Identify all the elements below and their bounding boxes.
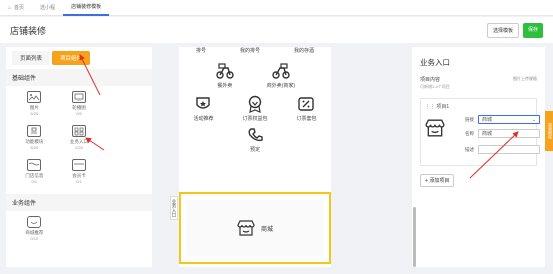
component-carousel[interactable]: 轮播图 0/5 — [57, 88, 102, 116]
star-shield-icon — [196, 97, 211, 109]
component-function-module[interactable]: 功能模块 8/20 — [12, 122, 57, 150]
shop-icon — [237, 220, 255, 236]
scooter-icon — [272, 63, 290, 79]
basic-components-title: 基础组件 — [6, 69, 152, 86]
coupon-icon — [298, 97, 315, 111]
tab-store-decoration[interactable]: 店铺装修模板 — [63, 0, 110, 16]
tab-home[interactable]: ⌂ 首页 — [0, 0, 32, 16]
scooter-icon — [216, 63, 234, 79]
component-business-entry[interactable]: 业务入口 2/20 — [57, 122, 102, 150]
add-project-button[interactable]: + 添加项目 — [420, 174, 455, 187]
entry-merchant-takeout[interactable]: 商外卖(商家) — [267, 62, 295, 89]
shop-icon — [425, 119, 445, 137]
component-panel: 页面列表 项目组件 基础组件 图片 5/20 轮播图 0/5 功能模块 8/20… — [6, 47, 152, 267]
store-icon — [27, 159, 42, 172]
entry-reservation[interactable]: 预定 — [246, 126, 264, 153]
home-icon: ⌂ — [8, 4, 12, 11]
settings-scrollbar[interactable] — [413, 207, 416, 267]
medal-icon — [248, 95, 262, 113]
component-mall-recommend[interactable]: 商城推荐 0/10 — [12, 213, 57, 241]
desc-input[interactable] — [478, 145, 540, 154]
entry-ticket-rights[interactable]: 订票权益包 — [242, 95, 268, 122]
phone-icon — [248, 128, 263, 142]
tab-mini-program[interactable]: 选小程 — [32, 0, 63, 16]
component-store-info[interactable]: 门店信息 0/1 — [12, 156, 57, 184]
tab-mini-program-label: 选小程 — [40, 5, 56, 11]
project-content-label: 项目内容 — [420, 77, 441, 83]
business-entry-side-label[interactable]: 业务入口 — [170, 196, 178, 220]
desc-row: 描述 — [465, 145, 540, 154]
component-member-card[interactable]: 会员卡 0/1 — [57, 156, 102, 184]
business-entry-icon — [71, 125, 86, 138]
link-row: 链接 商城 ⌄ — [465, 115, 540, 124]
chevron-down-icon: ⌄ — [531, 116, 536, 123]
entry-queue[interactable]: 排号 — [196, 47, 206, 54]
selected-entry-label: 商城 — [260, 226, 273, 233]
project-card: ⋮⋮ 项目1 链接 商城 ⌄ 名称 商城 描述 — [420, 98, 540, 166]
entry-my-queue[interactable]: 我的排号 — [240, 47, 260, 54]
save-button[interactable]: 保存 — [522, 22, 543, 38]
selected-business-entry-block[interactable]: 商城 — [179, 192, 331, 264]
tab-page-list[interactable]: 页面列表 — [12, 51, 51, 65]
link-select[interactable]: 商城 ⌄ — [478, 115, 540, 124]
name-input[interactable]: 商城 — [478, 129, 540, 138]
project-sub-hint: 可新增1-4个项目 — [420, 84, 450, 89]
project-thumbnail[interactable] — [425, 119, 445, 142]
settings-panel: 业务入口 项目内容 图片上传规格 可新增1-4个项目 ⋮⋮ 项目1 链接 商城 … — [412, 47, 545, 267]
entry-my-wine[interactable]: 我的存酒 — [294, 47, 314, 54]
drag-handle-icon[interactable]: ⋮⋮ — [425, 104, 435, 110]
video-tutorial-tab[interactable]: 视频教程 — [545, 111, 553, 151]
top-tab-bar: ⌂ 首页 选小程 店铺装修模板 — [0, 0, 553, 16]
entry-activity-recommend[interactable]: 活动推荐 — [193, 95, 214, 122]
entry-ticket-package[interactable]: 订票套包 — [296, 95, 317, 122]
mall-bag-icon — [27, 216, 42, 229]
member-card-icon — [71, 159, 86, 172]
component-image[interactable]: 图片 5/20 — [12, 88, 57, 116]
plus-icon: + — [425, 178, 428, 184]
carousel-icon — [71, 91, 86, 103]
tab-project-components[interactable]: 项目组件 — [52, 51, 91, 65]
page-header: 店铺装修 选择模板 保存 — [0, 17, 553, 43]
tab-home-label: 首页 — [14, 5, 25, 11]
business-components-title: 业务组件 — [6, 194, 152, 212]
entry-takeout[interactable]: 餐外卖 — [215, 62, 235, 89]
project-card-title: ⋮⋮ 项目1 — [425, 104, 450, 110]
image-icon — [27, 91, 42, 103]
image-spec-hint[interactable]: 图片上传规格 — [513, 76, 537, 83]
select-template-button[interactable]: 选择模板 — [486, 22, 519, 38]
settings-title: 业务入口 — [420, 58, 450, 67]
name-row: 名称 商城 — [465, 129, 540, 138]
function-module-icon — [27, 125, 42, 138]
tab-store-decoration-label: 店铺装修模板 — [71, 4, 102, 10]
page-title: 店铺装修 — [10, 25, 47, 36]
